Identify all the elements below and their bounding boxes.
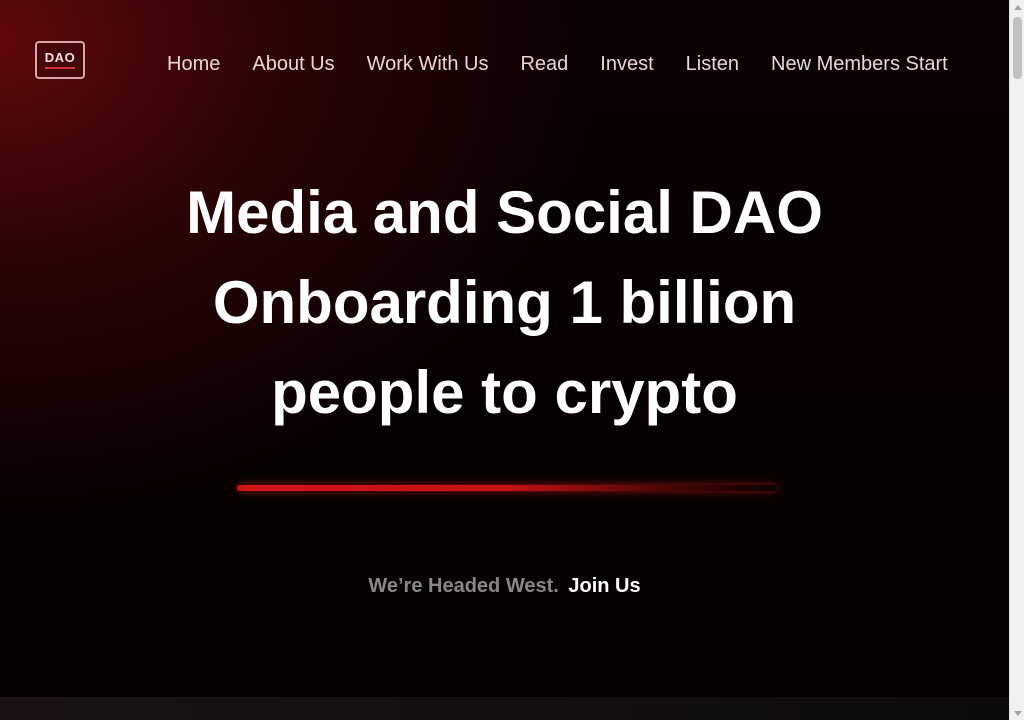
scroll-up-arrow-icon[interactable]: [1010, 0, 1024, 14]
dao-logo[interactable]: DAO: [35, 41, 85, 79]
hero-title: Media and Social DAO Onboarding 1 billio…: [0, 168, 1009, 438]
hero-title-line-2: Onboarding 1 billion: [212, 269, 797, 336]
nav-item-work-with-us[interactable]: Work With Us: [367, 52, 489, 76]
main-nav: Home About Us Work With Us Read Invest L…: [167, 52, 948, 76]
logo-underline: [45, 67, 75, 69]
hero-title-line-1: Media and Social DAO: [186, 179, 823, 246]
hero-section: DAO Home About Us Work With Us Read Inve…: [0, 0, 1009, 720]
scrollbar-thumb[interactable]: [1013, 17, 1022, 79]
scroll-down-arrow-icon[interactable]: [1010, 706, 1024, 720]
nav-item-invest[interactable]: Invest: [600, 52, 653, 76]
tagline-text: We’re Headed West.: [368, 575, 559, 597]
next-section-edge: [0, 697, 1009, 720]
hero-title-line-3: people to crypto: [271, 359, 738, 426]
nav-item-read[interactable]: Read: [520, 52, 568, 76]
nav-item-home[interactable]: Home: [167, 52, 220, 76]
page-scrollbar[interactable]: [1009, 0, 1024, 720]
tagline: We’re Headed West. Join Us: [0, 574, 1009, 598]
hero-divider: [237, 485, 777, 491]
nav-item-new-members-start[interactable]: New Members Start: [771, 52, 948, 76]
join-us-link[interactable]: Join Us: [568, 575, 640, 597]
nav-item-listen[interactable]: Listen: [686, 52, 739, 76]
nav-item-about-us[interactable]: About Us: [252, 52, 334, 76]
logo-text: DAO: [44, 50, 76, 65]
